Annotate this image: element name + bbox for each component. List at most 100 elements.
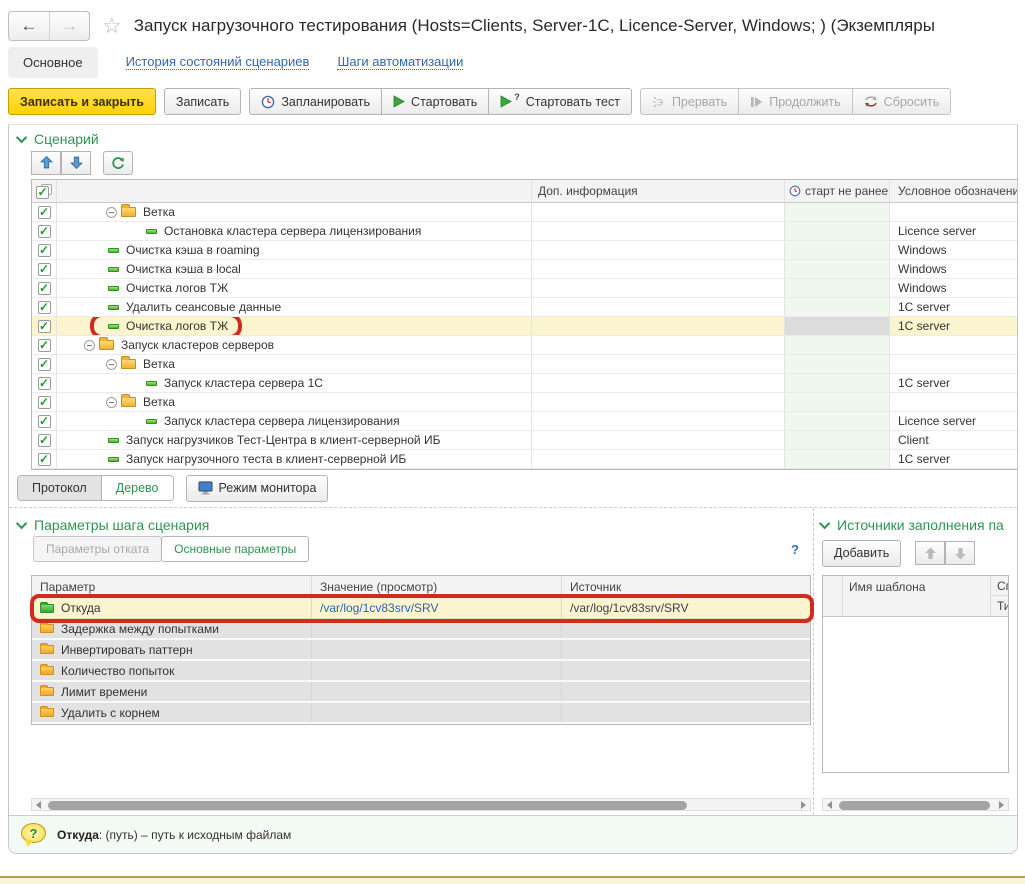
param-value-cell[interactable] <box>312 640 562 659</box>
row-checkbox[interactable]: ✓ <box>38 339 51 352</box>
collapse-chevron-icon[interactable] <box>819 517 830 528</box>
row-checkbox[interactable]: ✓ <box>38 377 51 390</box>
select-all-header[interactable]: ✓ <box>32 180 57 202</box>
table-row[interactable]: ✓Ветка <box>32 393 1017 412</box>
scrollbar-thumb[interactable] <box>839 801 990 810</box>
param-value-cell[interactable] <box>312 703 562 722</box>
start-button[interactable]: Стартовать <box>381 88 489 115</box>
param-row[interactable]: Задержка между попытками <box>32 619 810 640</box>
tab-general-params[interactable]: Основные параметры <box>161 536 309 562</box>
scroll-right-icon[interactable] <box>995 799 1008 810</box>
reset-button[interactable]: Сбросить <box>852 88 952 115</box>
tree-collapse-toggle[interactable] <box>106 207 117 218</box>
tree-collapse-toggle[interactable] <box>106 397 117 408</box>
back-button[interactable]: ← <box>9 12 49 40</box>
table-row[interactable]: ✓Очистка логов ТЖ1C server <box>32 317 1017 336</box>
row-check-cell: ✓ <box>32 393 57 411</box>
value-column-header[interactable]: Значение (просмотр) <box>312 576 562 597</box>
monitor-mode-button[interactable]: Режим монитора <box>186 475 329 502</box>
start-test-button[interactable]: ? Стартовать тест <box>488 88 632 115</box>
param-value-cell[interactable]: /var/log/1cv83srv/SRV <box>312 598 562 618</box>
interrupt-button[interactable]: Э Прервать <box>640 88 739 115</box>
table-row[interactable]: ✓Запуск кластера сервера 1С1C server <box>32 374 1017 393</box>
param-row[interactable]: Удалить с корнем <box>32 703 810 724</box>
row-checkbox[interactable]: ✓ <box>38 263 51 276</box>
table-row[interactable]: ✓Запуск кластера сервера лицензированияL… <box>32 412 1017 431</box>
row-checkbox[interactable]: ✓ <box>38 320 51 333</box>
template-name-column-header[interactable]: Имя шаблона <box>843 576 991 616</box>
favorite-star-icon[interactable]: ☆ <box>102 15 122 37</box>
table-row[interactable]: ✓Очистка кэша в localWindows <box>32 260 1017 279</box>
extra-info-column-header[interactable]: Доп. информация <box>532 180 785 202</box>
sources-move-down-button[interactable] <box>945 541 975 565</box>
row-checkbox[interactable]: ✓ <box>38 301 51 314</box>
help-link[interactable]: ? <box>791 542 799 557</box>
save-button[interactable]: Записать <box>164 88 241 115</box>
row-label: Удалить сеансовые данные <box>126 300 281 314</box>
param-value-cell[interactable] <box>312 682 562 701</box>
move-down-button[interactable] <box>61 151 91 175</box>
tab-scenario-history[interactable]: История состояний сценариев <box>126 54 310 70</box>
tab-automation-steps[interactable]: Шаги автоматизации <box>337 54 463 70</box>
scrollbar-track[interactable] <box>836 799 995 810</box>
table-row[interactable]: ✓Запуск нагрузчиков Тест-Центра в клиент… <box>32 431 1017 450</box>
table-row[interactable]: ✓Удалить сеансовые данные1C server <box>32 298 1017 317</box>
scroll-left-icon[interactable] <box>32 799 45 810</box>
unit-column-header[interactable]: Условное обозначение ед <box>890 180 1017 202</box>
table-row[interactable]: ✓Очистка логов ТЖWindows <box>32 279 1017 298</box>
param-row[interactable]: Инвертировать паттерн <box>32 640 810 661</box>
source-column-header[interactable]: Источник <box>562 576 810 597</box>
tree-collapse-toggle[interactable] <box>84 340 95 351</box>
row-checkbox[interactable]: ✓ <box>38 206 51 219</box>
tab-rollback-params[interactable]: Параметры отката <box>33 536 162 562</box>
value-type-column-header[interactable]: Тип знач <box>991 596 1008 616</box>
tab-main[interactable]: Основное <box>8 47 98 78</box>
scroll-left-icon[interactable] <box>823 799 836 810</box>
row-checkbox[interactable]: ✓ <box>38 282 51 295</box>
schedule-button[interactable]: Запланировать <box>249 88 382 115</box>
scrollbar-track[interactable] <box>45 799 797 810</box>
refresh-button[interactable] <box>103 151 133 175</box>
param-value-cell[interactable] <box>312 619 562 638</box>
params-horizontal-scrollbar[interactable] <box>31 798 811 811</box>
add-button[interactable]: Добавить <box>822 540 901 567</box>
sources-horizontal-scrollbar[interactable] <box>822 798 1009 811</box>
method-column-header[interactable]: Способ з <box>991 576 1008 596</box>
table-row[interactable]: ✓Очистка кэша в roamingWindows <box>32 241 1017 260</box>
sources-move-up-button[interactable] <box>915 541 945 565</box>
param-row[interactable]: Откуда/var/log/1cv83srv/SRV/var/log/1cv8… <box>32 598 810 619</box>
protocol-button[interactable]: Протокол <box>18 476 101 500</box>
row-checkbox[interactable]: ✓ <box>38 396 51 409</box>
interrupt-label: Прервать <box>672 95 727 109</box>
scrollbar-thumb[interactable] <box>48 801 687 810</box>
collapse-chevron-icon[interactable] <box>16 517 27 528</box>
collapse-chevron-icon[interactable] <box>16 131 27 142</box>
forward-button[interactable]: → <box>49 12 89 40</box>
param-value-cell[interactable] <box>312 661 562 680</box>
row-checkbox[interactable]: ✓ <box>38 453 51 466</box>
row-checkbox[interactable]: ✓ <box>38 358 51 371</box>
continue-button[interactable]: Продолжить <box>738 88 852 115</box>
move-button-group <box>31 151 91 175</box>
tree-collapse-toggle[interactable] <box>106 359 117 370</box>
table-row[interactable]: ✓Ветка <box>32 355 1017 374</box>
param-row[interactable]: Лимит времени <box>32 682 810 703</box>
param-column-header[interactable]: Параметр <box>32 576 312 597</box>
table-row[interactable]: ✓Ветка <box>32 203 1017 222</box>
row-checkbox[interactable]: ✓ <box>38 244 51 257</box>
row-checkbox[interactable]: ✓ <box>38 434 51 447</box>
row-checkbox[interactable]: ✓ <box>38 225 51 238</box>
move-up-button[interactable] <box>31 151 61 175</box>
start-column-header[interactable]: старт не ранее.. <box>785 180 890 202</box>
table-row[interactable]: ✓Запуск нагрузочного теста в клиент-серв… <box>32 450 1017 469</box>
save-and-close-button[interactable]: Записать и закрыть <box>8 88 156 115</box>
row-start-cell <box>785 431 890 449</box>
arrow-up-icon <box>40 156 53 169</box>
scroll-right-icon[interactable] <box>797 799 810 810</box>
table-row[interactable]: ✓Остановка кластера сервера лицензирован… <box>32 222 1017 241</box>
table-row[interactable]: ✓Запуск кластеров серверов <box>32 336 1017 355</box>
param-row[interactable]: Количество попыток <box>32 661 810 682</box>
tree-button[interactable]: Дерево <box>101 476 173 500</box>
name-column-header[interactable] <box>57 180 532 202</box>
row-checkbox[interactable]: ✓ <box>38 415 51 428</box>
